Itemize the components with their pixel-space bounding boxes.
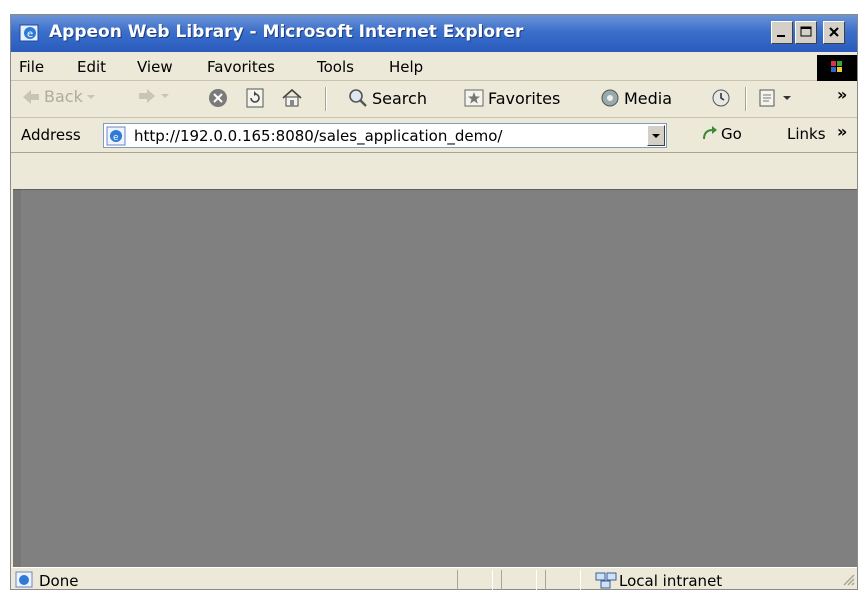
- home-icon: [282, 88, 302, 107]
- home-button[interactable]: [281, 87, 303, 109]
- maximize-button[interactable]: [795, 21, 817, 44]
- page-icon: e: [106, 126, 126, 150]
- back-label: Back: [44, 87, 83, 106]
- go-button[interactable]: Go: [701, 125, 742, 143]
- chevron-down-icon: [86, 94, 95, 99]
- media-button[interactable]: Media: [599, 87, 672, 109]
- favorites-label: Favorites: [488, 88, 561, 108]
- maximize-icon: [800, 26, 812, 37]
- menu-bar: File Edit View Favorites Tools Help: [11, 52, 857, 81]
- toolbar-separator: [325, 87, 327, 111]
- links-button[interactable]: Links: [787, 125, 826, 143]
- go-arrow-icon: [703, 126, 717, 140]
- search-label: Search: [372, 88, 427, 108]
- menu-view[interactable]: View: [137, 58, 173, 76]
- address-field[interactable]: e http://192.0.0.165:8080/sales_applicat…: [103, 123, 667, 148]
- menu-edit[interactable]: Edit: [77, 58, 106, 76]
- close-button[interactable]: [823, 21, 845, 44]
- address-label: Address: [21, 126, 81, 144]
- toolbar-separator: [745, 87, 747, 111]
- svg-text:e: e: [113, 133, 119, 143]
- chevron-down-icon: [783, 96, 791, 100]
- menu-tools[interactable]: Tools: [317, 58, 354, 76]
- media-label: Media: [624, 88, 673, 108]
- window-title: Appeon Web Library - Microsoft Internet …: [49, 22, 524, 42]
- address-dropdown-button[interactable]: [647, 125, 665, 146]
- close-icon: [829, 27, 839, 37]
- content-shade: [13, 190, 21, 568]
- resize-grip-icon[interactable]: [841, 572, 855, 590]
- search-button[interactable]: Search: [347, 87, 427, 109]
- favorites-button[interactable]: Favorites: [463, 87, 560, 109]
- standard-toolbar: Back Search Favorites Media »: [11, 81, 857, 118]
- status-pane: [501, 570, 537, 590]
- media-icon: [601, 89, 619, 107]
- minimize-icon: [777, 35, 785, 37]
- windows-flag-icon: [817, 55, 857, 81]
- back-arrow-icon: [23, 89, 39, 104]
- mail-button[interactable]: [757, 87, 792, 109]
- address-url[interactable]: http://192.0.0.165:8080/sales_applicatio…: [134, 127, 502, 145]
- status-bar: Done Local intranet: [11, 567, 857, 592]
- history-clock-icon: [712, 89, 730, 107]
- stop-button[interactable]: [207, 87, 229, 109]
- forward-arrow-icon: [139, 89, 155, 103]
- status-pane: [545, 570, 581, 590]
- back-button[interactable]: Back: [21, 87, 96, 106]
- menu-file[interactable]: File: [19, 58, 44, 76]
- title-bar[interactable]: e Appeon Web Library - Microsoft Interne…: [11, 15, 857, 52]
- mail-icon: [759, 89, 775, 107]
- refresh-icon: [246, 88, 264, 108]
- address-bar: Address e http://192.0.0.165:8080/sales_…: [11, 118, 857, 153]
- links-overflow-button[interactable]: »: [837, 122, 847, 141]
- svg-text:e: e: [27, 29, 33, 40]
- minimize-button[interactable]: [771, 21, 793, 44]
- chevron-down-icon: [161, 94, 169, 98]
- status-text: Done: [39, 572, 79, 590]
- page-done-icon: [15, 571, 35, 593]
- browser-window: e Appeon Web Library - Microsoft Interne…: [10, 14, 858, 590]
- search-icon: [349, 89, 367, 107]
- page-content-area[interactable]: [13, 189, 857, 568]
- local-intranet-icon: [595, 571, 617, 593]
- refresh-button[interactable]: [245, 87, 265, 109]
- chevron-down-icon: [652, 134, 660, 138]
- menu-help[interactable]: Help: [389, 58, 423, 76]
- history-button[interactable]: [709, 87, 733, 109]
- go-label: Go: [721, 125, 742, 143]
- security-zone-label: Local intranet: [619, 572, 723, 590]
- forward-button[interactable]: [137, 87, 170, 105]
- toolbar-overflow-button[interactable]: »: [837, 85, 847, 104]
- status-pane: [457, 570, 493, 590]
- menu-favorites[interactable]: Favorites: [207, 58, 275, 76]
- stop-icon: [209, 89, 227, 107]
- ie-logo-icon: e: [19, 22, 41, 48]
- favorites-star-icon: [464, 89, 484, 107]
